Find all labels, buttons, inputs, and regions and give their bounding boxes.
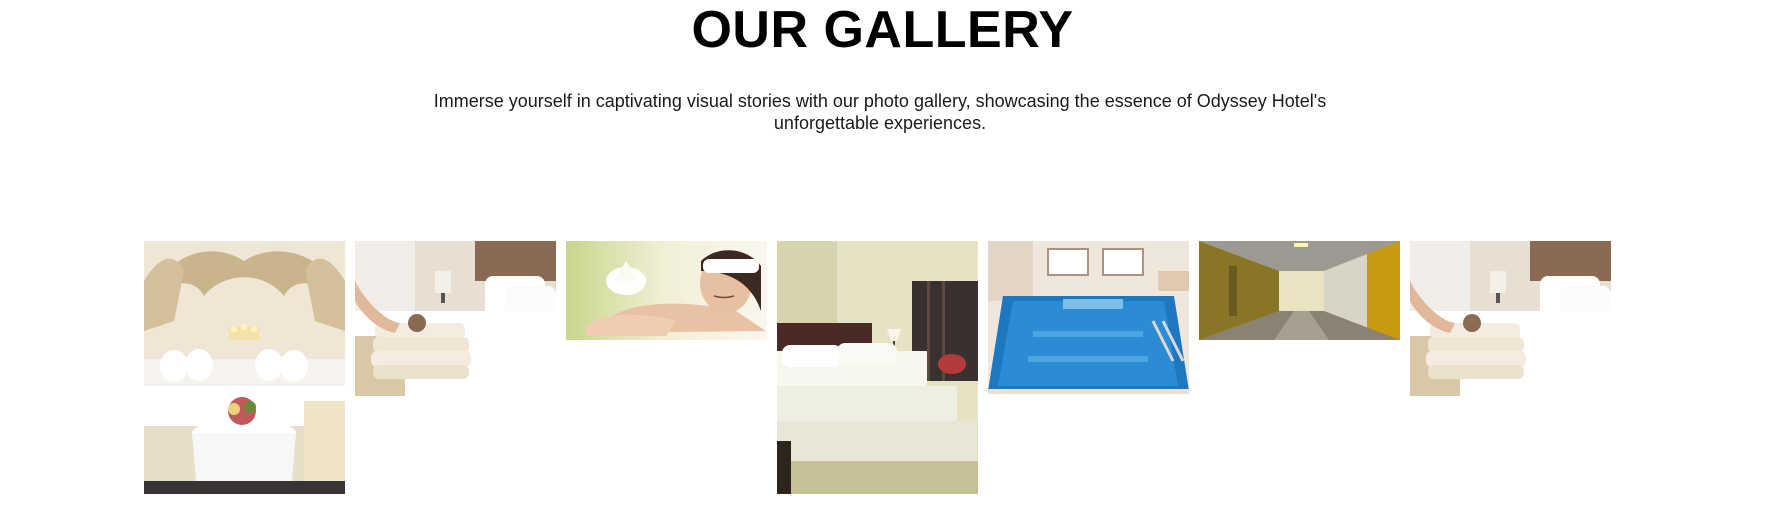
hotel-corridor-image xyxy=(1199,241,1400,340)
gallery-photo-corridor[interactable] xyxy=(1199,241,1400,340)
hotel-bedroom-image xyxy=(777,241,978,494)
gallery-photo-bedroom[interactable] xyxy=(777,241,978,494)
ornate-bedroom-image xyxy=(144,241,345,494)
indoor-pool-image xyxy=(988,241,1189,394)
spa-massage-image xyxy=(566,241,767,340)
photo-gallery xyxy=(0,0,1765,517)
gallery-photo-towels[interactable] xyxy=(355,241,556,396)
towels-on-bed-image xyxy=(355,241,556,396)
gallery-photo-spa[interactable] xyxy=(566,241,767,340)
towels-on-bed-image xyxy=(1410,241,1611,396)
gallery-photo-ornate-bedroom[interactable] xyxy=(144,241,345,494)
gallery-photo-pool[interactable] xyxy=(988,241,1189,394)
gallery-photo-towels-2[interactable] xyxy=(1410,241,1611,396)
